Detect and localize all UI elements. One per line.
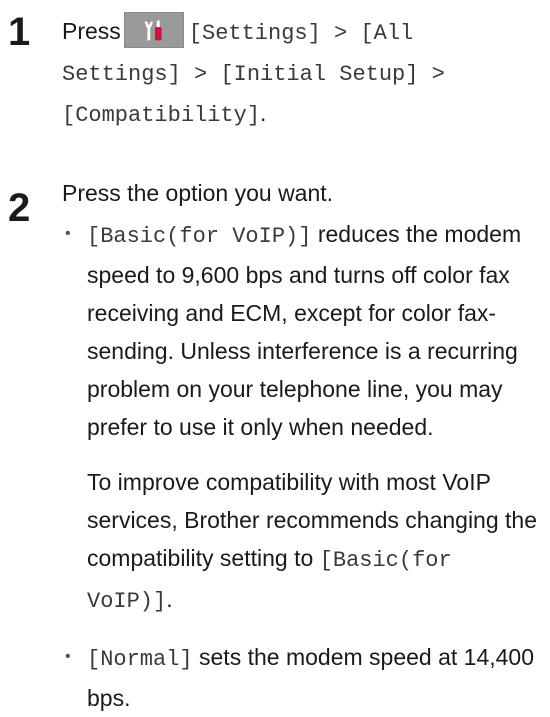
note-text: To improve compatibility with most VoIP … [87,469,537,571]
note-period: . [166,586,173,612]
option-code: [Basic(for VoIP)] [87,224,312,249]
step-2-instruction: Press the option you want. [62,180,334,206]
settings-tools-icon [123,12,184,48]
bullet: • [65,225,71,242]
option-note: To improve compatibility with most VoIP … [87,463,542,621]
step-number: 2 [8,186,31,230]
bullet: • [65,648,71,665]
option-normal: • [Normal] sets the modem speed at 14,40… [62,638,542,717]
option-text: reduces the modem speed to 9,600 bps and… [87,221,522,440]
option-description: [Basic(for VoIP)] reduces the modem spee… [87,215,542,446]
option-basic-voip: • [Basic(for VoIP)] reduces the modem sp… [62,215,542,621]
step-number: 1 [8,10,31,54]
option-list: • [Basic(for VoIP)] reduces the modem sp… [62,215,542,717]
option-code: [Normal] [87,647,193,672]
step-1-instruction: Press [Settings] > [All Settings] > [Ini… [62,12,542,135]
step-2-body: Press the option you want. • [Basic(for … [62,174,542,717]
option-description: [Normal] sets the modem speed at 14,400 … [87,638,542,717]
press-text: Press [62,18,121,44]
step-1-period: . [260,100,267,126]
